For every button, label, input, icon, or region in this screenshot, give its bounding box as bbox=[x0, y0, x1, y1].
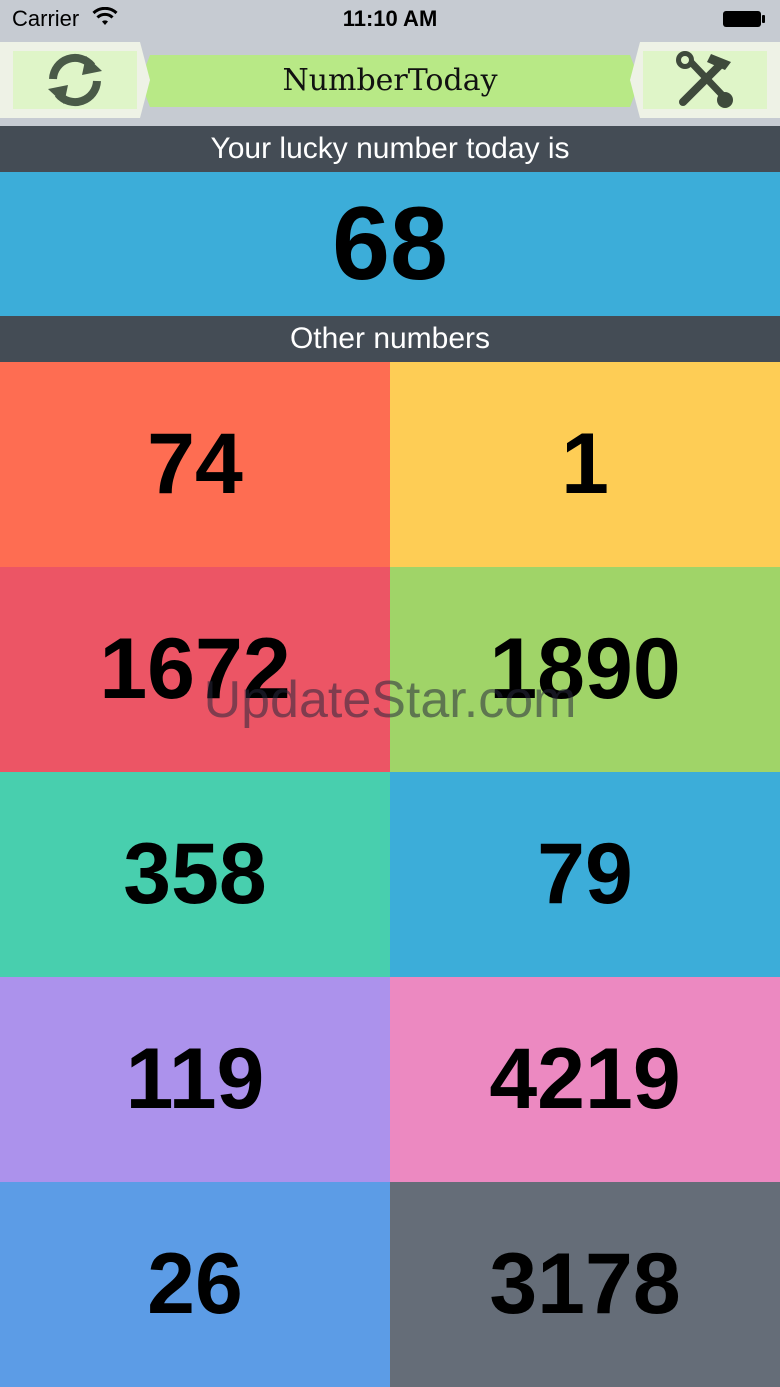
other-numbers-grid: 74 1 1672 1890 358 79 119 4219 26 3178 bbox=[0, 362, 780, 1387]
other-numbers-header: Other numbers bbox=[0, 316, 780, 362]
number-cell: 3178 bbox=[390, 1182, 780, 1387]
status-bar: Carrier 11:10 AM bbox=[0, 0, 780, 40]
lucky-header: Your lucky number today is bbox=[0, 126, 780, 172]
number-cell: 74 bbox=[0, 362, 390, 567]
number-cell: 1 bbox=[390, 362, 780, 567]
number-cell: 26 bbox=[0, 1182, 390, 1387]
battery-icon bbox=[723, 11, 765, 27]
number-cell: 1672 bbox=[0, 567, 390, 772]
refresh-icon bbox=[48, 53, 102, 107]
lucky-number: 68 bbox=[0, 172, 780, 316]
tools-icon bbox=[676, 51, 733, 108]
settings-button[interactable] bbox=[630, 42, 780, 118]
number-cell: 358 bbox=[0, 772, 390, 977]
number-cell: 79 bbox=[390, 772, 780, 977]
number-cell: 1890 bbox=[390, 567, 780, 772]
number-cell: 4219 bbox=[390, 977, 780, 1182]
number-cell: 119 bbox=[0, 977, 390, 1182]
status-time: 11:10 AM bbox=[342, 6, 438, 31]
navigation-bar: NumberToday bbox=[0, 40, 780, 126]
app-title: NumberToday bbox=[282, 63, 498, 98]
refresh-button[interactable] bbox=[0, 42, 150, 118]
